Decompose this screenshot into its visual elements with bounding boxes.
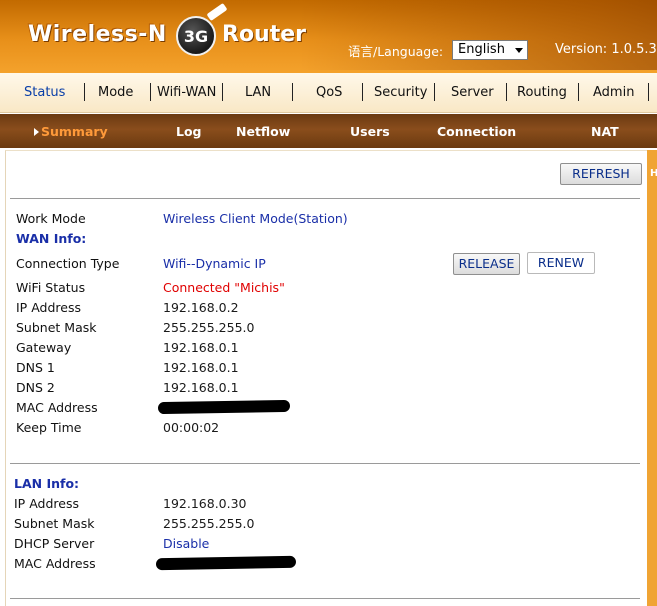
- nav-separator: [362, 83, 363, 101]
- language-selected-value: English: [458, 42, 505, 57]
- 3g-badge-text: 3G: [183, 27, 209, 46]
- wan-ip-label: IP Address: [16, 300, 81, 315]
- renew-button[interactable]: RENEW: [527, 252, 595, 274]
- wan-mac-redaction: [157, 399, 291, 415]
- nav-separator: [434, 83, 435, 101]
- divider: [10, 463, 640, 464]
- language-select[interactable]: English: [452, 40, 528, 60]
- subnav-nat[interactable]: NAT: [591, 124, 619, 139]
- help-sidebar-fragment: H: [650, 168, 657, 179]
- chevron-down-icon: [515, 48, 523, 53]
- lan-ip-value: 192.168.0.30: [163, 496, 247, 511]
- nav-routing[interactable]: Routing: [517, 85, 567, 100]
- wan-connection-type-label: Connection Type: [16, 256, 120, 271]
- work-mode-value: Wireless Client Mode(Station): [163, 211, 348, 226]
- lan-subnet-value: 255.255.255.0: [163, 516, 255, 531]
- wan-keep-time-label: Keep Time: [16, 420, 82, 435]
- nav-admin[interactable]: Admin: [593, 85, 634, 100]
- nav-separator: [150, 83, 151, 101]
- wan-info-title: WAN Info:: [16, 231, 87, 246]
- nav-separator: [648, 83, 649, 101]
- nav-qos[interactable]: QoS: [316, 85, 342, 100]
- wan-wifi-status-label: WiFi Status: [16, 280, 86, 295]
- lan-dhcp-label: DHCP Server: [14, 536, 95, 551]
- nav-lan[interactable]: LAN: [245, 85, 271, 100]
- wan-subnet-label: Subnet Mask: [16, 320, 97, 335]
- wan-dns1-label: DNS 1: [16, 360, 55, 375]
- wan-mac-label: MAC Address: [16, 400, 98, 415]
- subnav-log[interactable]: Log: [176, 124, 202, 139]
- refresh-button[interactable]: REFRESH: [560, 163, 642, 185]
- lan-dhcp-value[interactable]: Disable: [163, 536, 209, 551]
- wan-gateway-value: 192.168.0.1: [163, 340, 239, 355]
- brand-wireless-n: Wireless-N: [28, 22, 167, 47]
- sub-nav: Summary Log Netflow Users Connection NAT: [0, 114, 657, 148]
- nav-security[interactable]: Security: [374, 85, 427, 100]
- lan-subnet-label: Subnet Mask: [14, 516, 95, 531]
- help-sidebar: H: [647, 150, 657, 606]
- subnav-users[interactable]: Users: [350, 124, 390, 139]
- lan-ip-label: IP Address: [14, 496, 79, 511]
- wan-dns2-value: 192.168.0.1: [163, 380, 239, 395]
- subnav-netflow[interactable]: Netflow: [236, 124, 290, 139]
- wan-gateway-label: Gateway: [16, 340, 72, 355]
- language-label: 语言/Language:: [348, 44, 444, 59]
- signal-arrow-icon: [206, 2, 228, 22]
- 3g-badge-icon: 3G: [176, 16, 216, 56]
- lan-info-title: LAN Info:: [14, 476, 80, 491]
- divider: [10, 598, 640, 599]
- wan-keep-time-value: 00:00:02: [163, 420, 220, 435]
- nav-separator: [292, 83, 293, 101]
- wan-wifi-status-value: Connected "Michis": [163, 280, 285, 295]
- lan-mac-redaction: [155, 555, 297, 571]
- wan-connection-type-value: Wifi--Dynamic IP: [163, 256, 266, 271]
- nav-wifi-wan[interactable]: Wifi-WAN: [157, 85, 216, 100]
- nav-separator: [222, 83, 223, 101]
- nav-status[interactable]: Status: [24, 85, 65, 100]
- firmware-version: Version: 1.0.5.3: [555, 42, 657, 57]
- main-nav: Status Mode Wifi-WAN LAN QoS Security Se…: [0, 73, 657, 113]
- work-mode-label: Work Mode: [16, 211, 86, 226]
- divider: [10, 198, 640, 199]
- nav-separator: [84, 83, 85, 101]
- nav-server[interactable]: Server: [451, 85, 494, 100]
- active-arrow-icon: [34, 128, 39, 136]
- header-banner: Wireless-N 3G Router 语言/Language: Englis…: [0, 0, 657, 73]
- wan-ip-value: 192.168.0.2: [163, 300, 239, 315]
- nav-mode[interactable]: Mode: [98, 85, 133, 100]
- subnav-connection[interactable]: Connection: [437, 124, 516, 139]
- nav-separator: [506, 83, 507, 101]
- release-button[interactable]: RELEASE: [453, 253, 520, 275]
- brand-router: Router: [222, 22, 307, 47]
- wan-subnet-value: 255.255.255.0: [163, 320, 255, 335]
- nav-separator: [578, 83, 579, 101]
- subnav-summary[interactable]: Summary: [41, 124, 108, 139]
- wan-dns2-label: DNS 2: [16, 380, 55, 395]
- wan-dns1-value: 192.168.0.1: [163, 360, 239, 375]
- lan-mac-label: MAC Address: [14, 556, 96, 571]
